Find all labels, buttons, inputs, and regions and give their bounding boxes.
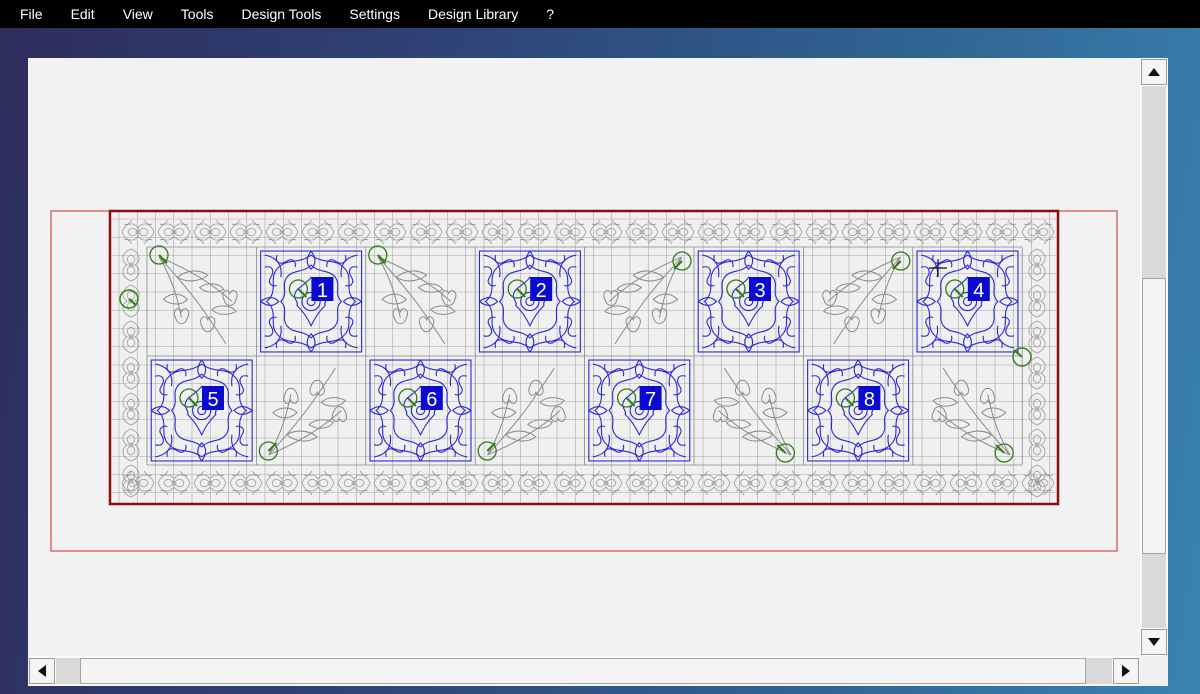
scroll-down-button[interactable] [1141,629,1167,655]
scroll-up-button[interactable] [1141,59,1167,85]
block-number-label: 2 [536,280,547,302]
block-number-label: 8 [864,389,875,411]
block-number-label: 7 [645,389,656,411]
block-number-label: 6 [426,389,437,411]
vertical-scroll-thumb[interactable] [1142,278,1166,554]
menu-view[interactable]: View [109,0,167,28]
menu-tools[interactable]: Tools [167,0,228,28]
quilt-layout[interactable]: 1 2 3 4 5 6 7 8 [28,58,1140,656]
design-canvas[interactable]: 1 2 3 4 5 6 7 8 [28,58,1140,656]
menu-bar: File Edit View Tools Design Tools Settin… [0,0,1200,28]
block-number-label: 5 [207,389,218,411]
scrollbar-corner [1140,656,1168,686]
scroll-down-arrow-icon [1148,638,1160,646]
vertical-scrollbar[interactable] [1140,58,1168,656]
block-number-label: 1 [317,280,328,302]
horizontal-scroll-thumb[interactable] [80,658,1086,684]
block-number-label: 4 [973,280,984,302]
horizontal-scrollbar[interactable] [28,656,1140,686]
scroll-up-arrow-icon [1148,68,1160,76]
menu-edit[interactable]: Edit [57,0,109,28]
menu-design-tools[interactable]: Design Tools [227,0,335,28]
menu-help[interactable]: ? [532,0,568,28]
scroll-right-button[interactable] [1113,658,1139,684]
scroll-left-button[interactable] [29,658,55,684]
menu-file[interactable]: File [0,0,57,28]
menu-design-library[interactable]: Design Library [414,0,532,28]
block-number-label: 3 [754,280,765,302]
scroll-right-arrow-icon [1122,665,1130,677]
menu-settings[interactable]: Settings [335,0,414,28]
scroll-left-arrow-icon [38,665,46,677]
